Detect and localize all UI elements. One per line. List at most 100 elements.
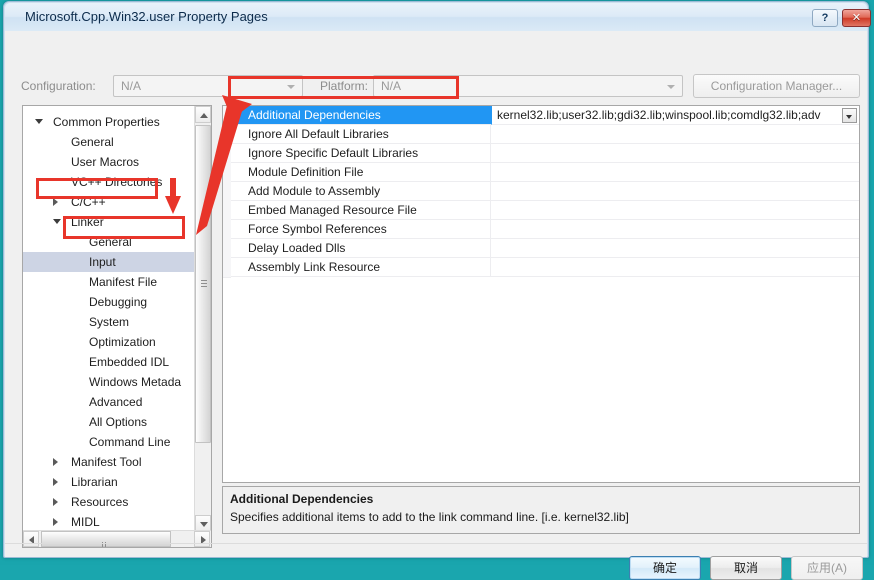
- chevron-down-icon: [667, 85, 675, 89]
- property-row-gutter: [223, 106, 231, 126]
- expand-collapse-closed-icon[interactable]: [53, 518, 58, 526]
- property-row-gutter: [223, 163, 231, 183]
- property-value[interactable]: [491, 201, 859, 220]
- tree-node-optimization[interactable]: Optimization: [23, 332, 195, 352]
- property-row[interactable]: Assembly Link Resource: [223, 258, 859, 278]
- configuration-manager-button[interactable]: Configuration Manager...: [693, 74, 860, 98]
- tree-node-midl[interactable]: MIDL: [23, 512, 195, 532]
- property-name[interactable]: Force Symbol References: [231, 220, 491, 239]
- tree-node-label: User Macros: [71, 155, 140, 169]
- property-name[interactable]: Embed Managed Resource File: [231, 201, 491, 220]
- property-row[interactable]: Module Definition File: [223, 163, 859, 183]
- description-text: Specifies additional items to add to the…: [230, 510, 629, 524]
- property-row[interactable]: Additional Dependencies kernel32.lib;user…: [223, 106, 859, 126]
- tree-node-input[interactable]: Input: [23, 252, 195, 272]
- title-bar[interactable]: Microsoft.Cpp.Win32.user Property Pages …: [5, 3, 871, 31]
- tree-node-manifest-tool[interactable]: Manifest Tool: [23, 452, 195, 472]
- scroll-right-button[interactable]: [194, 531, 210, 547]
- tree-node-list: Common Properties General User Macros VC++ …: [23, 106, 195, 532]
- expand-collapse-closed-icon[interactable]: [53, 498, 58, 506]
- tree-node-label: Windows Metada: [89, 375, 182, 389]
- tree-node-label: Input: [89, 255, 116, 269]
- tree-node-resources[interactable]: Resources: [23, 492, 195, 512]
- description-pane: Additional Dependencies Specifies additi…: [222, 486, 860, 534]
- value-dropdown-button[interactable]: [842, 108, 857, 123]
- grip-icon: [201, 280, 207, 288]
- property-row[interactable]: Add Module to Assembly: [223, 182, 859, 202]
- property-name[interactable]: Ignore Specific Default Libraries: [231, 144, 491, 163]
- properties-tree[interactable]: Common Properties General User Macros VC++ …: [22, 105, 212, 548]
- annotation-box-additional-dependencies: [228, 76, 459, 99]
- property-value[interactable]: [491, 258, 859, 277]
- scroll-left-button[interactable]: [23, 531, 39, 547]
- tree-node-label: Optimization: [89, 335, 156, 349]
- tree-node-system[interactable]: System: [23, 312, 195, 332]
- tree-node-label: Resources: [71, 495, 129, 509]
- apply-button: 应用(A): [791, 556, 863, 580]
- property-row-gutter: [223, 258, 231, 278]
- tree-node-command-line[interactable]: Command Line: [23, 432, 195, 452]
- property-name[interactable]: Additional Dependencies: [231, 106, 491, 125]
- property-value[interactable]: [491, 239, 859, 258]
- expand-collapse-open-icon[interactable]: [35, 119, 43, 124]
- tree-vertical-scrollbar[interactable]: [194, 106, 211, 532]
- window-title: Microsoft.Cpp.Win32.user Property Pages: [25, 9, 268, 24]
- property-value[interactable]: [491, 163, 859, 182]
- chevron-down-icon: [846, 115, 852, 119]
- desktop-background: Microsoft.Cpp.Win32.user Property Pages …: [0, 0, 874, 580]
- annotation-box-input: [63, 216, 185, 239]
- configuration-value: N/A: [121, 79, 142, 93]
- tree-node-debugging[interactable]: Debugging: [23, 292, 195, 312]
- configuration-label: Configuration:: [21, 79, 96, 93]
- horizontal-scroll-thumb[interactable]: [41, 531, 171, 547]
- property-row-gutter: [223, 144, 231, 164]
- property-value[interactable]: kernel32.lib;user32.lib;gdi32.lib;winspo…: [491, 106, 859, 125]
- footer-divider: [5, 543, 867, 544]
- scroll-up-button[interactable]: [195, 106, 211, 123]
- tree-node-label: System: [89, 315, 130, 329]
- property-grid[interactable]: Additional Dependencies kernel32.lib;user…: [222, 105, 860, 483]
- property-row[interactable]: Ignore Specific Default Libraries: [223, 144, 859, 164]
- tree-node-manifest-file[interactable]: Manifest File: [23, 272, 195, 292]
- expand-collapse-closed-icon[interactable]: [53, 198, 58, 206]
- property-row[interactable]: Ignore All Default Libraries: [223, 125, 859, 145]
- dialog-client-area: Configuration: N/A Platform: N/A Configu…: [5, 31, 867, 580]
- property-row-gutter: [223, 239, 231, 259]
- property-value[interactable]: [491, 220, 859, 239]
- property-value[interactable]: [491, 144, 859, 163]
- description-title: Additional Dependencies: [230, 492, 374, 506]
- tree-node-all-options[interactable]: All Options: [23, 412, 195, 432]
- property-name[interactable]: Assembly Link Resource: [231, 258, 491, 277]
- tree-node-user-macros[interactable]: User Macros: [23, 152, 195, 172]
- tree-node-label: Embedded IDL: [89, 355, 170, 369]
- vertical-scroll-thumb[interactable]: [195, 125, 211, 443]
- property-row[interactable]: Embed Managed Resource File: [223, 201, 859, 221]
- tree-horizontal-scrollbar[interactable]: [23, 530, 211, 547]
- property-name[interactable]: Add Module to Assembly: [231, 182, 491, 201]
- help-button[interactable]: ?: [812, 9, 838, 27]
- tree-node-general[interactable]: General: [23, 132, 195, 152]
- expand-collapse-open-icon[interactable]: [53, 219, 61, 224]
- property-name[interactable]: Ignore All Default Libraries: [231, 125, 491, 144]
- tree-node-label: Manifest File: [89, 275, 158, 289]
- close-button[interactable]: ✕: [842, 9, 871, 27]
- expand-collapse-closed-icon[interactable]: [53, 478, 58, 486]
- property-row-gutter: [223, 125, 231, 145]
- tree-node-librarian[interactable]: Librarian: [23, 472, 195, 492]
- tree-node-embedded-idl[interactable]: Embedded IDL: [23, 352, 195, 372]
- expand-collapse-closed-icon[interactable]: [53, 458, 58, 466]
- property-name[interactable]: Module Definition File: [231, 163, 491, 182]
- tree-node-advanced[interactable]: Advanced: [23, 392, 195, 412]
- property-value[interactable]: [491, 125, 859, 144]
- property-name[interactable]: Delay Loaded Dlls: [231, 239, 491, 258]
- property-row[interactable]: Delay Loaded Dlls: [223, 239, 859, 259]
- tree-node-label: Common Properties: [53, 115, 160, 129]
- ok-button[interactable]: 确定: [629, 556, 701, 580]
- tree-node-label: Debugging: [89, 295, 148, 309]
- property-row[interactable]: Force Symbol References: [223, 220, 859, 240]
- tree-node-common-properties[interactable]: Common Properties: [23, 112, 195, 132]
- cancel-button[interactable]: 取消: [710, 556, 782, 580]
- property-row-gutter: [223, 220, 231, 240]
- tree-node-windows-metada[interactable]: Windows Metada: [23, 372, 195, 392]
- property-value[interactable]: [491, 182, 859, 201]
